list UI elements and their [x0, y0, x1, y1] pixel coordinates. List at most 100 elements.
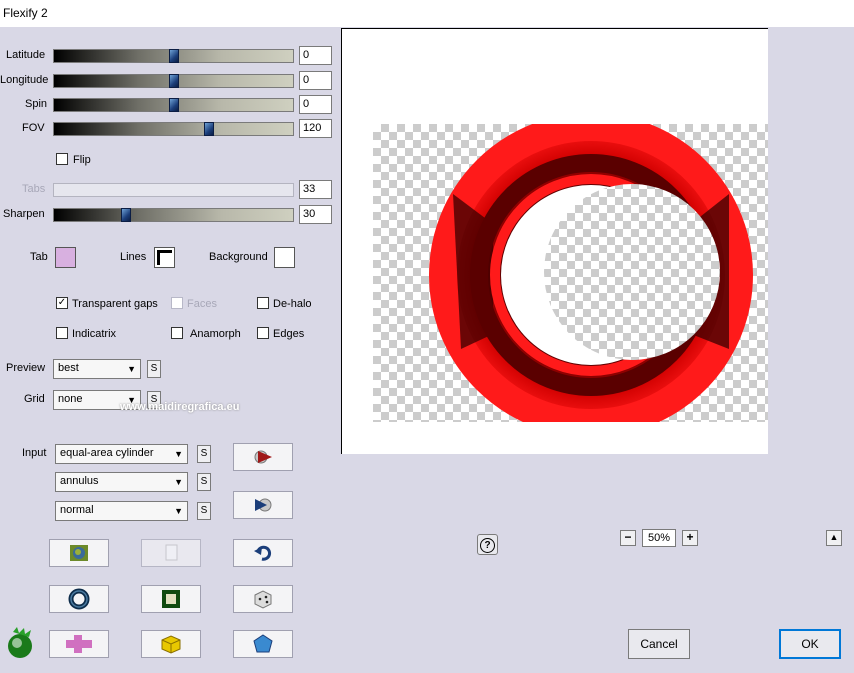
- lines-color-swatch[interactable]: [154, 247, 175, 268]
- play-back-button[interactable]: [233, 491, 293, 519]
- input-s-button[interactable]: S: [197, 445, 211, 463]
- undo-button[interactable]: [233, 539, 293, 567]
- indicatrix-label: Indicatrix: [72, 328, 117, 340]
- fov-slider[interactable]: [53, 122, 294, 136]
- indicatrix-checkbox[interactable]: [56, 327, 68, 339]
- edges-checkbox[interactable]: [257, 327, 269, 339]
- lines-vertical-stroke: [157, 250, 160, 265]
- tabs-value-field[interactable]: 33: [299, 180, 332, 199]
- ring-preset-button[interactable]: [49, 585, 109, 613]
- mode-value: normal: [60, 504, 94, 516]
- tabs-slider: [53, 183, 294, 197]
- latitude-value-field[interactable]: 0: [299, 46, 332, 65]
- mode-s-button[interactable]: S: [197, 502, 211, 520]
- chevron-down-icon: ▼: [127, 364, 136, 374]
- spin-slider-thumb[interactable]: [168, 98, 179, 112]
- latitude-label: Latitude: [6, 49, 46, 61]
- background-color-label: Background: [209, 251, 268, 263]
- help-button[interactable]: ?: [477, 534, 498, 555]
- window-title: Flexify 2: [3, 6, 48, 20]
- play-forward-button[interactable]: [233, 443, 293, 471]
- yellow-cube-icon: [161, 635, 181, 654]
- help-icon: ?: [480, 538, 495, 553]
- fov-slider-thumb[interactable]: [204, 122, 215, 136]
- zoom-level-field[interactable]: 50%: [642, 529, 676, 547]
- sharpen-label: Sharpen: [3, 208, 45, 220]
- ring-icon: [68, 588, 90, 610]
- cross-net-icon: [66, 635, 92, 653]
- title-bar: Flexify 2: [0, 0, 854, 27]
- anamorph-checkbox[interactable]: [171, 327, 183, 339]
- preview-canvas[interactable]: [341, 28, 768, 454]
- longitude-slider-thumb[interactable]: [168, 74, 179, 88]
- faces-checkbox: [171, 297, 183, 309]
- sharpen-slider[interactable]: [53, 208, 294, 222]
- lines-color-label: Lines: [120, 251, 147, 263]
- longitude-value-field[interactable]: 0: [299, 71, 332, 90]
- play-globe-blue-icon: [255, 498, 272, 512]
- zoom-in-button[interactable]: +: [682, 530, 698, 546]
- edges-label: Edges: [273, 328, 305, 340]
- collapse-up-button[interactable]: ▲: [826, 530, 842, 546]
- copy-button: [141, 539, 201, 567]
- transparent-gaps-checkbox[interactable]: ✓: [56, 297, 68, 309]
- output-projection-select[interactable]: annulus ▼: [55, 472, 188, 492]
- annulus-hole: [544, 184, 720, 360]
- faces-label: Faces: [187, 298, 217, 310]
- spin-label: Spin: [25, 98, 48, 110]
- chevron-down-icon: ▼: [174, 506, 183, 516]
- flexify-logo-icon: [5, 626, 37, 660]
- flip-label: Flip: [73, 154, 91, 166]
- chevron-down-icon: ▼: [174, 449, 183, 459]
- globe-landscape-icon: [70, 545, 88, 561]
- chevron-down-icon: ▼: [174, 477, 183, 487]
- mode-select[interactable]: normal ▼: [55, 501, 188, 521]
- tab-color-label: Tab: [30, 251, 48, 263]
- dice-icon: [254, 590, 272, 609]
- cross-preset-button[interactable]: [49, 630, 109, 658]
- output-s-button[interactable]: S: [197, 473, 211, 491]
- ok-button[interactable]: OK: [779, 629, 841, 659]
- tab-color-swatch[interactable]: [55, 247, 76, 268]
- cube-preset-button[interactable]: [141, 630, 201, 658]
- grid-label: Grid: [24, 393, 45, 405]
- preview-s-button[interactable]: S: [147, 360, 161, 378]
- sharpen-slider-thumb[interactable]: [120, 208, 131, 222]
- input-projection-value: equal-area cylinder: [60, 447, 154, 459]
- longitude-label: Longitude: [0, 74, 49, 86]
- longitude-slider[interactable]: [53, 74, 294, 88]
- cancel-button[interactable]: Cancel: [628, 629, 690, 659]
- preview-value: best: [58, 362, 79, 374]
- preview-label: Preview: [6, 362, 46, 374]
- dehalo-checkbox[interactable]: [257, 297, 269, 309]
- blue-polyhedron-icon: [253, 634, 273, 653]
- document-icon: [165, 544, 178, 561]
- anamorph-label: Anamorph: [190, 328, 241, 340]
- flip-checkbox[interactable]: [56, 153, 68, 165]
- fov-value-field[interactable]: 120: [299, 119, 332, 138]
- zoom-out-button[interactable]: −: [620, 530, 636, 546]
- play-globe-icon: [254, 450, 272, 464]
- square-frame-icon: [162, 590, 180, 608]
- background-color-swatch[interactable]: [274, 247, 295, 268]
- random-button[interactable]: [233, 585, 293, 613]
- frame-preset-button[interactable]: [141, 585, 201, 613]
- undo-arrow-icon: [254, 545, 272, 561]
- spin-slider[interactable]: [53, 98, 294, 112]
- fov-label: FOV: [22, 122, 45, 134]
- sharpen-value-field[interactable]: 30: [299, 205, 332, 224]
- latitude-slider[interactable]: [53, 49, 294, 63]
- chevron-up-icon: ▲: [829, 532, 839, 542]
- input-projection-select[interactable]: equal-area cylinder ▼: [55, 444, 188, 464]
- grid-value: none: [58, 393, 83, 405]
- polyhedron-preset-button[interactable]: [233, 630, 293, 658]
- input-label: Input: [22, 447, 47, 459]
- tabs-label: Tabs: [22, 183, 46, 195]
- output-projection-value: annulus: [60, 475, 99, 487]
- watermark-text: www.maidiregrafica.eu: [120, 401, 240, 413]
- spin-value-field[interactable]: 0: [299, 95, 332, 114]
- latitude-slider-thumb[interactable]: [168, 49, 179, 63]
- randomize-landscape-button[interactable]: [49, 539, 109, 567]
- preview-select[interactable]: best ▼: [53, 359, 141, 379]
- dehalo-label: De-halo: [273, 298, 312, 310]
